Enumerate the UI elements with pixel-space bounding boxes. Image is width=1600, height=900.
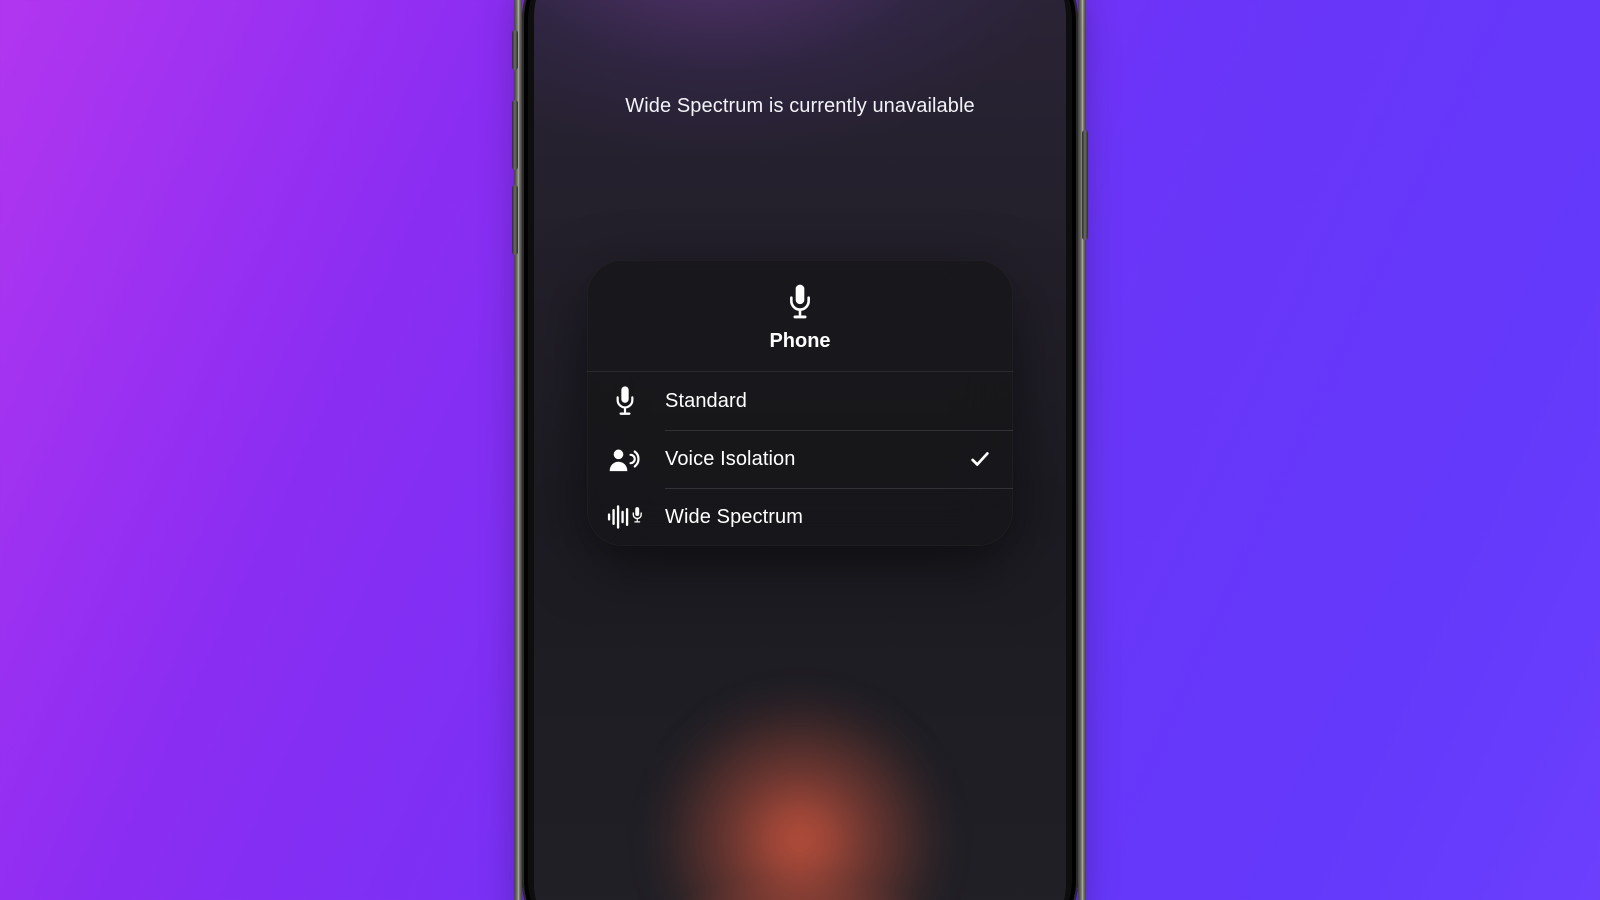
phone-mockup: Wide Spectrum is currently unavailable P…: [514, 0, 1086, 900]
phone-screen: Wide Spectrum is currently unavailable P…: [534, 0, 1066, 900]
checkmark-icon: [969, 448, 991, 470]
mic-mode-card: Phone Standard: [587, 260, 1013, 546]
side-button[interactable]: [1082, 130, 1088, 240]
microphone-icon: [603, 379, 647, 423]
mic-mode-title: Phone: [769, 330, 830, 353]
mic-mode-option-voice-isolation[interactable]: Voice Isolation: [587, 430, 1013, 488]
mute-switch[interactable]: [512, 30, 518, 70]
option-label: Wide Spectrum: [665, 506, 969, 529]
mic-mode-option-wide-spectrum[interactable]: Wide Spectrum: [587, 488, 1013, 546]
waveform-mic-icon: [603, 495, 647, 539]
microphone-icon: [785, 282, 815, 322]
status-toast: Wide Spectrum is currently unavailable: [534, 95, 1066, 118]
mic-mode-header: Phone: [587, 260, 1013, 372]
screen-glow: [630, 690, 970, 900]
option-label: Standard: [665, 390, 969, 413]
mic-mode-options: Standard Voice Isolation: [587, 372, 1013, 546]
person-voice-icon: [603, 437, 647, 481]
volume-down-button[interactable]: [512, 185, 518, 255]
mic-mode-option-standard[interactable]: Standard: [587, 372, 1013, 430]
option-label: Voice Isolation: [665, 448, 969, 471]
volume-up-button[interactable]: [512, 100, 518, 170]
